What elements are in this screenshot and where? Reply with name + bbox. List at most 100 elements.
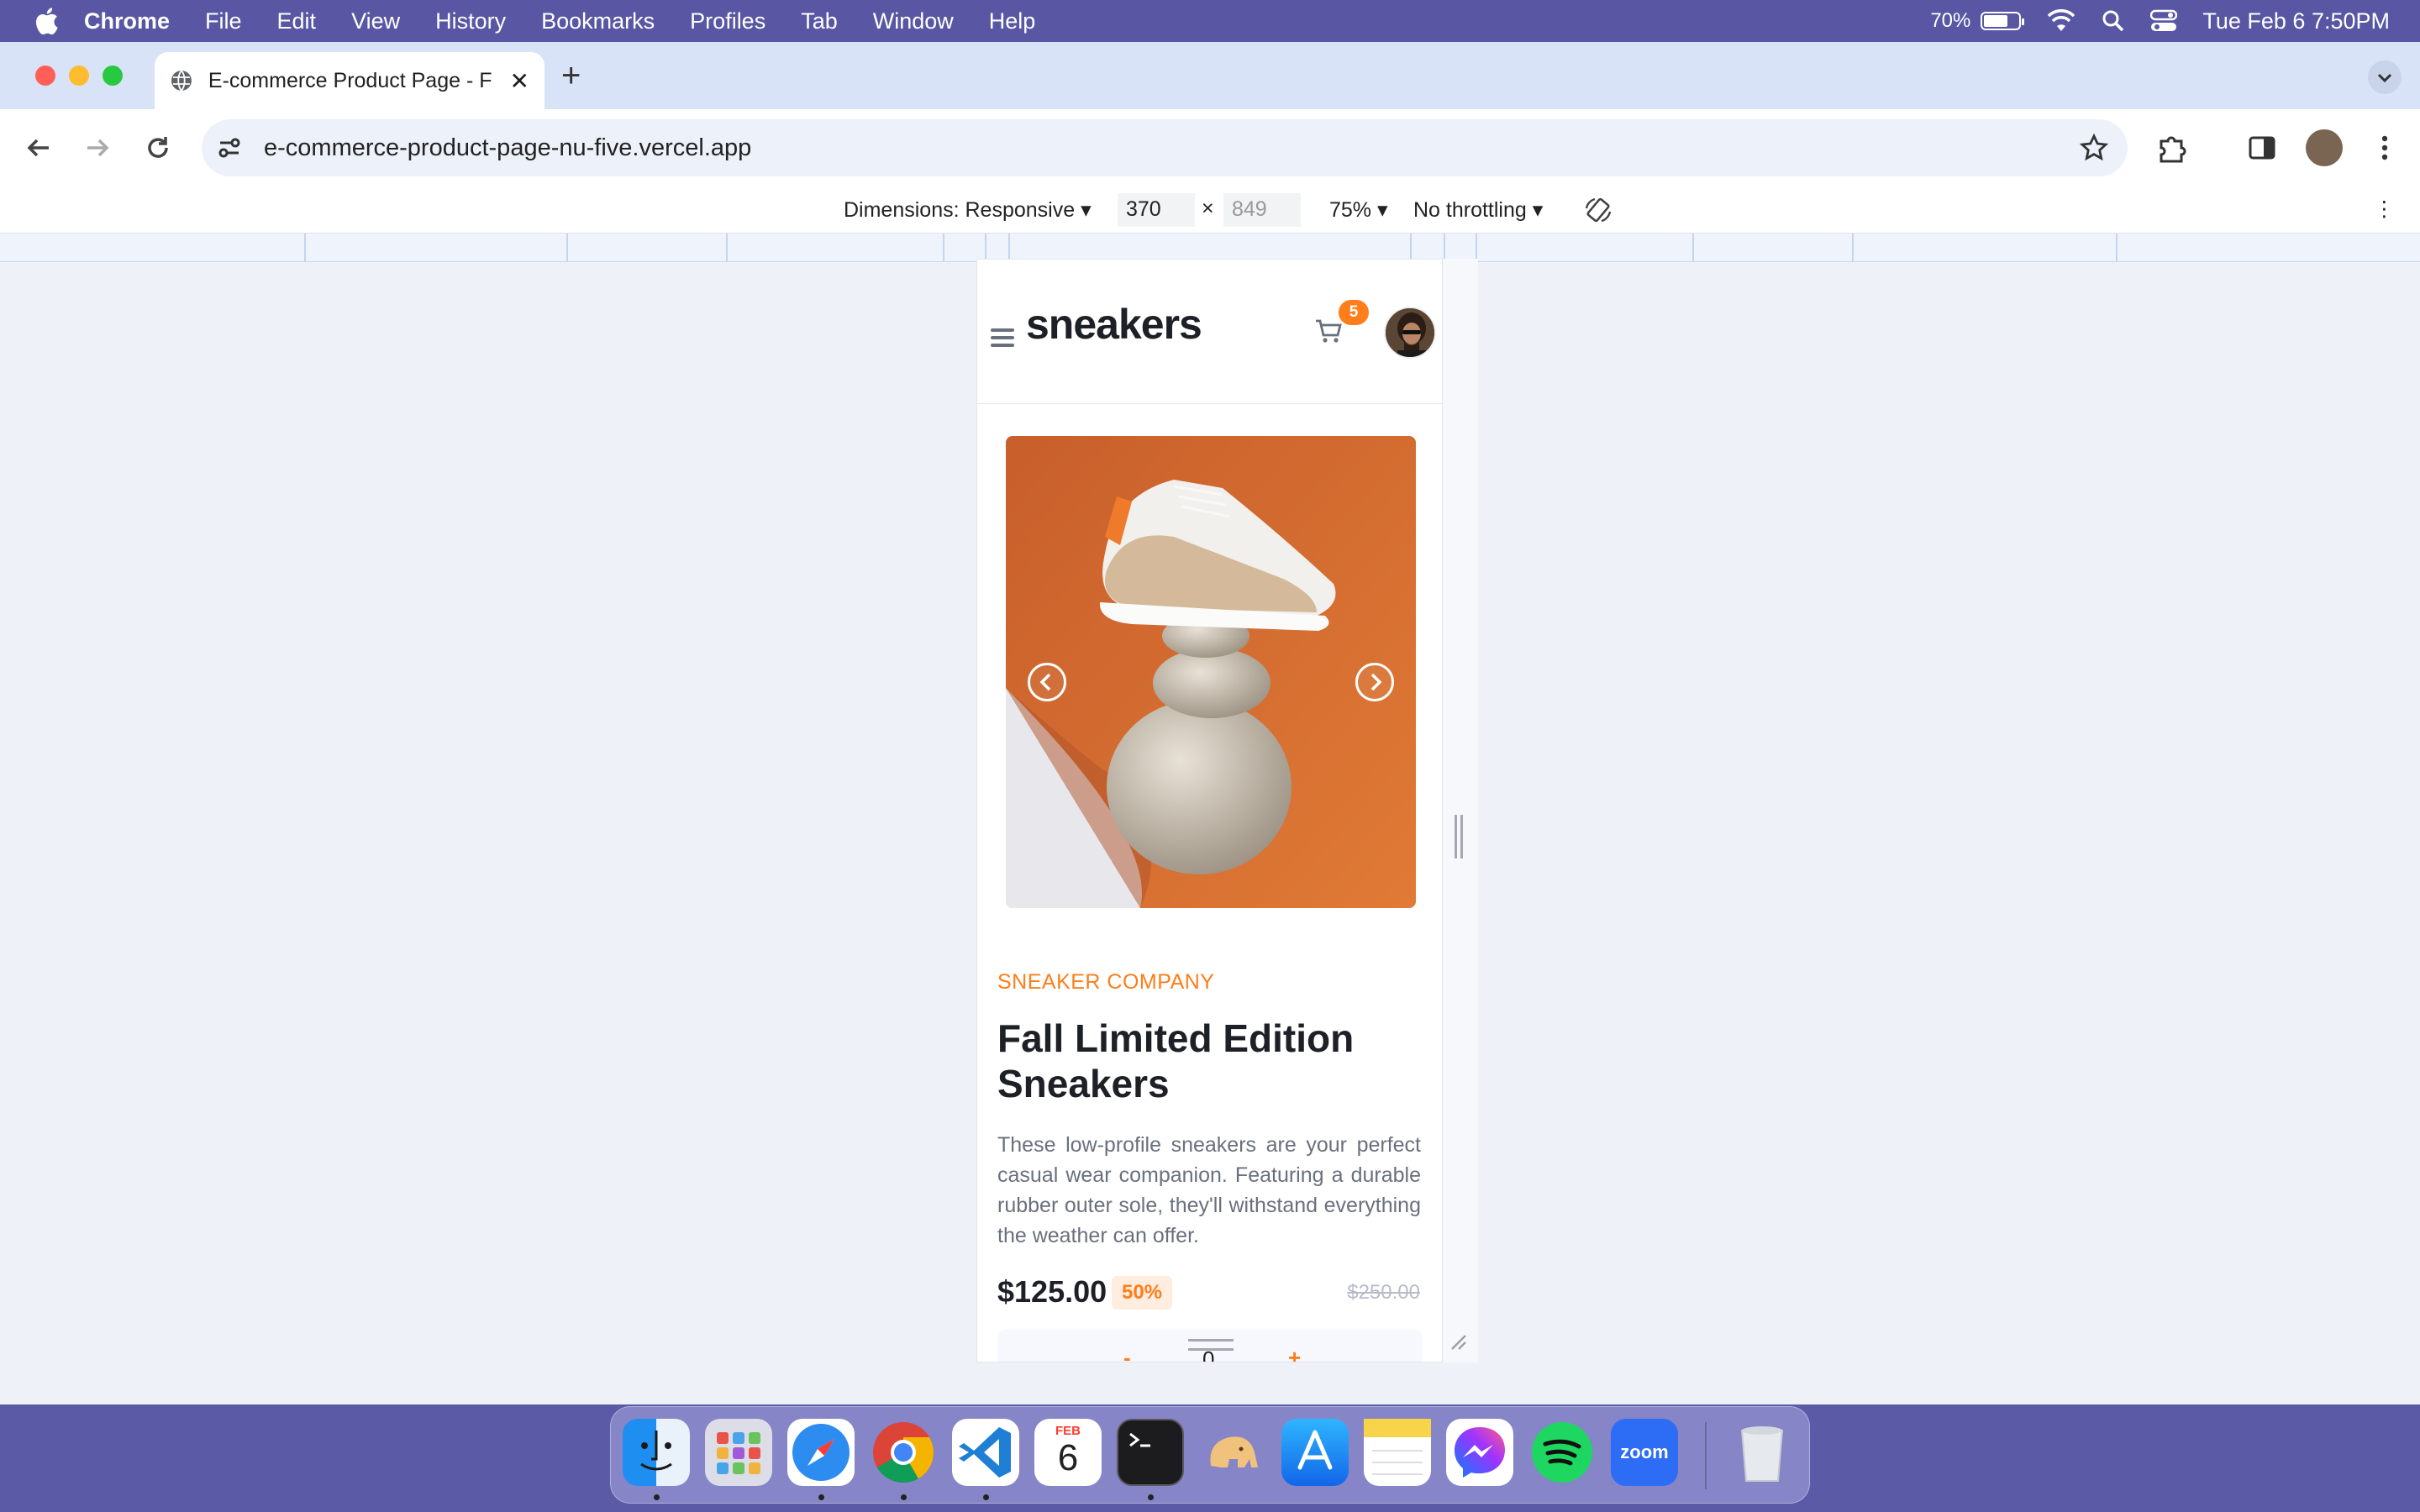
hamburger-menu-icon[interactable] [991,328,1014,347]
new-tab-button[interactable]: + [561,57,581,95]
address-bar[interactable]: e-commerce-product-page-nu-five.vercel.a… [202,119,2128,176]
dock-zoom-icon[interactable]: zoom [1611,1419,1678,1486]
rotate-device-icon[interactable] [1583,195,1613,225]
tab-search-button[interactable] [2368,60,2402,94]
dock-vscode-icon[interactable] [952,1419,1019,1486]
dock-running-dot [654,1494,660,1500]
media-query-bar[interactable] [0,234,2420,262]
appstore-a-icon [1297,1430,1333,1470]
menubar-status-area: 70% Tue Feb 6 7:50PM [1930,0,2390,42]
profile-avatar[interactable] [2306,129,2343,166]
calendar-month: FEB [1055,1424,1081,1438]
maximize-window-button[interactable] [103,66,123,86]
tab-close-icon[interactable]: ✕ [510,67,529,95]
messenger-bolt-icon [1455,1427,1505,1478]
chevron-down-icon [2377,73,2392,83]
dock-finder-icon[interactable] [623,1419,690,1486]
dock-notes-icon[interactable] [1364,1419,1431,1486]
wifi-icon[interactable] [2046,9,2076,33]
viewport-height-input[interactable]: 849 [1223,193,1301,227]
forward-arrow-icon[interactable] [79,129,116,166]
discount-badge: 50% [1112,1276,1172,1310]
browser-toolbar: e-commerce-product-page-nu-five.vercel.a… [0,109,2420,186]
active-tab[interactable]: E-commerce Product Page - F ✕ [155,52,544,109]
spotify-logo-icon [1532,1422,1592,1483]
battery-icon[interactable] [1981,12,2025,30]
dock-spotify-icon[interactable] [1528,1419,1596,1486]
globe-icon [171,70,192,92]
battery-fill [1984,15,2008,27]
minimize-window-button[interactable] [69,66,89,86]
throttling-label: No throttling [1413,198,1527,222]
device-toolbar-more-icon[interactable]: ⋮ [2374,197,2395,222]
notes-paper-icon [1364,1419,1431,1475]
viewport-bottom-resize-handle[interactable] [1188,1339,1234,1351]
menu-bookmarks[interactable]: Bookmarks [541,8,655,34]
dock-calendar-icon[interactable]: FEB 6 [1034,1419,1102,1486]
back-arrow-icon[interactable] [20,129,57,166]
zoom-app-label: zoom [1620,1441,1669,1462]
cart-icon[interactable] [1314,318,1343,344]
menu-profiles[interactable]: Profiles [690,8,765,34]
dock-running-dot [983,1494,989,1500]
gallery-next-button[interactable] [1355,663,1394,701]
zoom-label: 75% [1329,198,1372,222]
dock-tableplus-icon[interactable] [1199,1419,1266,1486]
apple-logo-icon[interactable] [34,7,59,35]
finder-face-icon [640,1431,672,1471]
viewport-width-input[interactable]: 370 [1118,193,1195,227]
tab-strip: E-commerce Product Page - F ✕ + [0,42,2420,109]
device-frame-edge [1443,259,1478,1362]
menu-history[interactable]: History [435,8,506,34]
device-toolbar: Dimensions: Responsive ▾ 370 × 849 75% ▾… [0,186,2420,234]
gallery-prev-button[interactable] [1028,663,1066,701]
menu-file[interactable]: File [205,8,242,34]
close-window-button[interactable] [35,66,55,86]
product-photo-sneaker [1006,436,1416,908]
viewport-corner-resize-icon[interactable] [1449,1332,1467,1351]
side-panel-icon[interactable] [2245,131,2279,165]
url-text[interactable]: e-commerce-product-page-nu-five.vercel.a… [264,134,751,162]
product-description: These low-profile sneakers are your perf… [997,1133,1421,1247]
menu-window[interactable]: Window [873,8,954,34]
dock-appstore-icon[interactable] [1281,1419,1349,1486]
menu-view[interactable]: View [351,8,400,34]
battery-percent: 70% [1930,9,1971,32]
control-center-icon[interactable] [2150,9,2178,33]
tab-title: E-commerce Product Page - F [208,68,492,92]
dock-trash-icon[interactable] [1728,1419,1796,1486]
quantity-increment-button[interactable]: + [1288,1345,1301,1362]
viewport-resize-handle[interactable] [1455,815,1463,858]
dock-running-dot [901,1494,907,1500]
dock-chrome-icon[interactable] [870,1419,937,1486]
site-settings-icon[interactable] [217,135,242,160]
quantity-decrement-button[interactable]: - [1123,1345,1131,1362]
menu-help[interactable]: Help [989,8,1036,34]
user-avatar[interactable] [1384,307,1436,359]
dimension-separator: × [1202,197,1214,220]
zoom-dropdown[interactable]: 75% ▾ [1329,197,1388,223]
site-logo[interactable]: sneakers [1026,300,1202,349]
spotlight-search-icon[interactable] [2102,9,2125,33]
dimensions-dropdown[interactable]: Dimensions: Responsive ▾ [844,197,1092,223]
menu-edit[interactable]: Edit [277,8,317,34]
elephant-icon [1210,1436,1258,1467]
dock-launchpad-icon[interactable] [705,1419,772,1486]
throttling-dropdown[interactable]: No throttling ▾ [1413,197,1543,223]
chevron-right-icon [1370,673,1382,691]
reload-icon[interactable] [139,129,176,166]
dock-running-dot [818,1494,824,1500]
trash-can-icon [1740,1426,1784,1482]
product-image-gallery[interactable] [1006,436,1416,908]
menu-app-name[interactable]: Chrome [84,8,170,34]
site-header: sneakers 5 [977,260,1442,404]
menu-tab[interactable]: Tab [801,8,838,34]
macos-menubar: Chrome File Edit View History Bookmarks … [0,0,2420,42]
bookmark-star-icon[interactable] [2079,133,2109,163]
dock-messenger-icon[interactable] [1446,1419,1513,1486]
menubar-clock[interactable]: Tue Feb 6 7:50PM [2202,8,2390,34]
chrome-menu-kebab-icon[interactable] [2368,131,2402,165]
dock-terminal-icon[interactable] [1117,1419,1184,1486]
extensions-puzzle-icon[interactable] [2154,131,2188,165]
dock-safari-icon[interactable] [787,1419,855,1486]
